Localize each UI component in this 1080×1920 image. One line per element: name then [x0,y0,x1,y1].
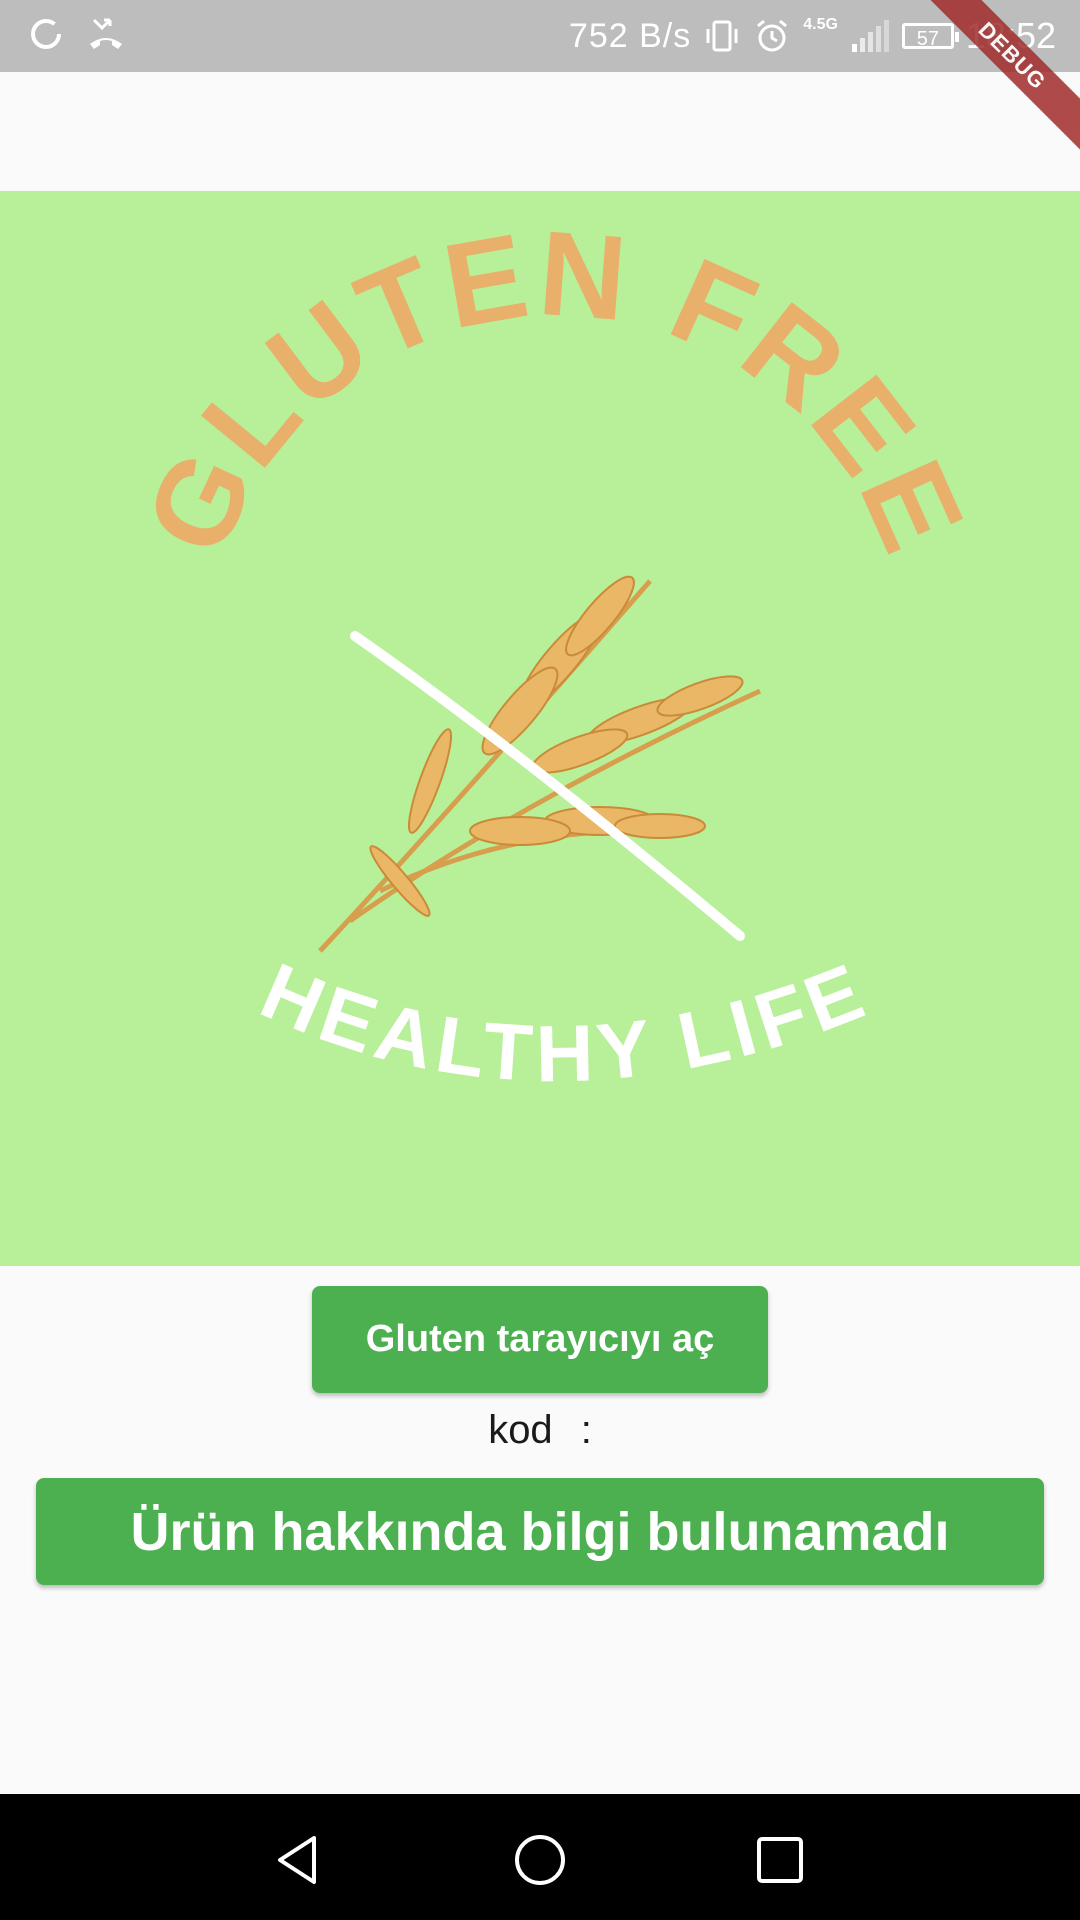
logo-top-text: GLUTEN FREE [119,206,990,573]
alarm-icon [757,19,788,52]
vibrate-icon [706,20,738,52]
signal-icon [851,20,889,52]
status-bar-left [28,16,126,52]
status-bar: 752 B/s 4.5G 57 18:52 [0,0,1080,72]
logo-bottom-text: HEALTHY LIFE [249,945,880,1099]
net-speed: 752 B/s [568,16,692,55]
gluten-free-logo: GLUTEN FREE HEALTHY LIFE [119,206,990,1099]
recents-icon[interactable] [752,1832,808,1888]
back-icon[interactable] [270,1832,326,1888]
product-info-result-button[interactable]: Ürün hakkında bilgi bulunamadı [36,1478,1044,1585]
network-type: 4.5G [803,16,838,33]
loading-circle-icon [31,19,61,49]
navigation-bar [0,1794,1080,1920]
battery-icon: 57 [901,23,959,50]
home-icon[interactable] [512,1832,568,1888]
code-label: kod [488,1408,553,1452]
open-scanner-button[interactable]: Gluten tarayıcıyı aç [312,1286,768,1393]
gluten-free-logo-image: GLUTEN FREE HEALTHY LIFE [0,191,1080,1266]
code-separator: : [580,1408,592,1452]
code-row: kod: [0,1408,1080,1464]
missed-call-icon [90,18,122,49]
